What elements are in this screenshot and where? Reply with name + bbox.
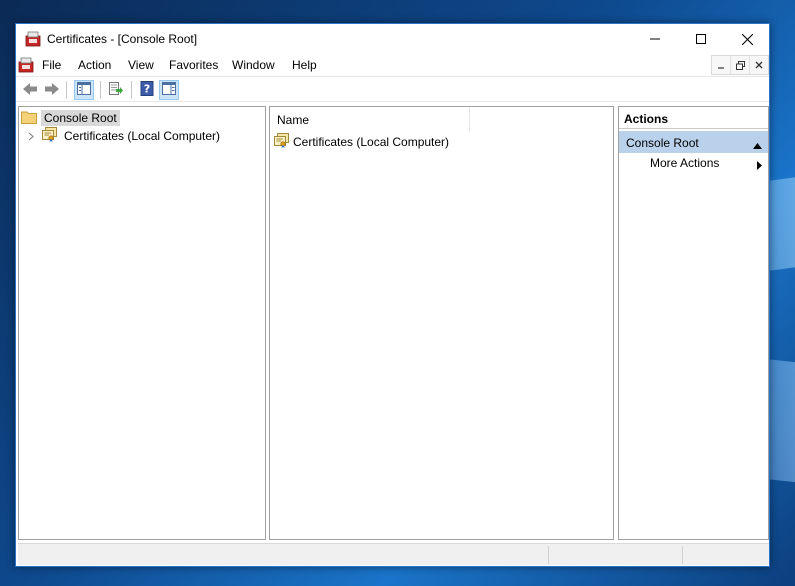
collapse-up-icon[interactable]: [753, 138, 762, 152]
toolbar-separator: [131, 81, 132, 99]
actions-group-label: Console Root: [626, 136, 699, 150]
toolbar-separator: [100, 81, 101, 99]
actions-pane: Actions Console Root More Actions: [618, 106, 769, 540]
certificate-store-icon: [274, 133, 290, 151]
menu-help[interactable]: Help: [292, 58, 317, 72]
expand-chevron-icon[interactable]: [25, 130, 37, 142]
mdi-close-button[interactable]: [749, 56, 768, 74]
tree-node-label: Console Root: [41, 110, 120, 126]
export-list-icon: [108, 81, 124, 99]
window-title: Certificates - [Console Root]: [47, 32, 198, 46]
menu-view[interactable]: View: [128, 58, 154, 72]
forward-arrow-icon: [44, 82, 60, 99]
list-header: Name: [270, 107, 613, 131]
menu-window[interactable]: Window: [232, 58, 275, 72]
result-list-pane[interactable]: Name Certificates (Local Computer): [269, 106, 614, 540]
menu-favorites[interactable]: Favorites: [169, 58, 218, 72]
show-hide-console-tree-icon: [77, 82, 91, 98]
menu-file[interactable]: File: [42, 58, 61, 72]
console-menu-icon[interactable]: [18, 57, 34, 73]
svg-text:?: ?: [144, 83, 150, 96]
status-bar-divider: [682, 546, 683, 564]
mdi-window-controls: [711, 55, 769, 75]
actions-group-console-root[interactable]: Console Root: [619, 131, 768, 153]
menu-action[interactable]: Action: [78, 58, 111, 72]
menu-bar: File Action View Favorites Window Help: [16, 54, 769, 76]
mdi-restore-button[interactable]: [730, 56, 749, 74]
forward-button[interactable]: [42, 80, 62, 100]
console-tree-pane[interactable]: Console Root Certificates (Local Compute…: [18, 106, 266, 540]
column-header-name[interactable]: Name: [270, 107, 470, 131]
certificate-console-icon: [25, 31, 41, 47]
status-bar-divider: [548, 546, 549, 564]
list-item[interactable]: Certificates (Local Computer): [274, 133, 449, 151]
more-actions-item[interactable]: More Actions: [650, 156, 762, 174]
status-bar: [18, 543, 769, 565]
help-icon: ?: [140, 81, 154, 99]
mmc-window: Certificates - [Console Root] File Actio…: [15, 23, 770, 567]
maximize-button[interactable]: [678, 24, 724, 54]
show-hide-action-pane-icon: [162, 82, 176, 98]
export-list-button[interactable]: [106, 80, 126, 100]
more-actions-label: More Actions: [650, 156, 720, 170]
submenu-arrow-icon: [757, 159, 762, 173]
show-hide-action-pane-button[interactable]: [159, 80, 179, 100]
toolbar: ?: [16, 76, 769, 102]
back-arrow-icon: [22, 82, 38, 99]
help-button[interactable]: ?: [137, 80, 157, 100]
certificate-store-icon: [42, 127, 58, 145]
actions-pane-title: Actions: [619, 107, 768, 129]
mdi-minimize-button[interactable]: [712, 56, 730, 74]
minimize-button[interactable]: [632, 24, 678, 54]
back-button[interactable]: [20, 80, 40, 100]
tree-node-label: Certificates (Local Computer): [64, 129, 221, 143]
list-item-label: Certificates (Local Computer): [293, 135, 450, 149]
toolbar-separator: [66, 81, 67, 99]
tree-node-console-root[interactable]: Console Root: [21, 109, 120, 127]
title-bar[interactable]: Certificates - [Console Root]: [16, 24, 769, 54]
close-button[interactable]: [724, 24, 770, 54]
folder-icon: [21, 110, 37, 127]
show-hide-console-tree-button[interactable]: [74, 80, 94, 100]
tree-node-certificates[interactable]: Certificates (Local Computer): [25, 127, 222, 145]
